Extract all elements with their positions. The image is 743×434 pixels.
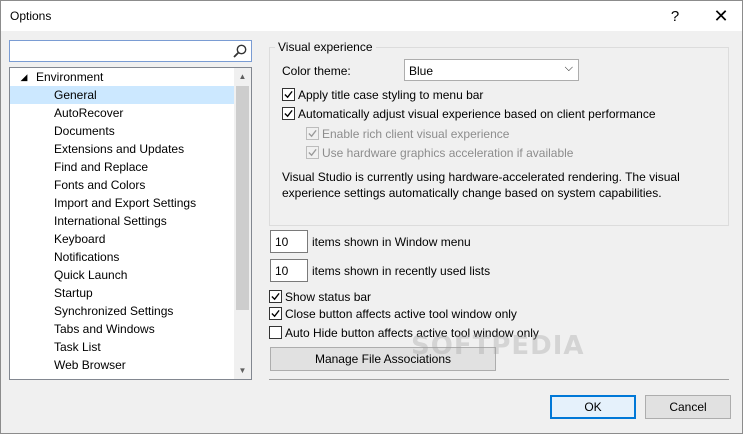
checkmark-icon <box>308 148 317 157</box>
tree-item-label: General <box>54 88 97 102</box>
options-tree: ◢ Environment General AutoRecover Document… <box>9 67 252 380</box>
help-button[interactable]: ? <box>652 1 698 31</box>
tree-item[interactable]: International Settings <box>10 212 234 230</box>
recent-lists-count-input[interactable]: 10 <box>270 259 308 282</box>
help-icon: ? <box>670 7 680 25</box>
tree-item[interactable]: Documents <box>10 122 234 140</box>
tree-item-label: Keyboard <box>54 232 106 246</box>
color-theme-select[interactable]: Blue ⌵ <box>404 59 579 81</box>
hw-accel-label: Use hardware graphics acceleration if av… <box>322 146 574 160</box>
show-status-bar-checkbox[interactable] <box>269 290 282 303</box>
tree-item[interactable]: Task List <box>10 338 234 356</box>
tree-node-environment[interactable]: ◢ Environment <box>10 68 234 86</box>
chevron-down-icon[interactable]: ◢ <box>16 72 32 83</box>
tree-item-label: Synchronized Settings <box>54 304 174 318</box>
auto-hide-label: Auto Hide button affects active tool win… <box>285 326 539 340</box>
tree-item[interactable]: Import and Export Settings <box>10 194 234 212</box>
tree-item[interactable]: Fonts and Colors <box>10 176 234 194</box>
search-icon[interactable] <box>232 43 248 59</box>
tree-item-label: Task List <box>54 340 101 354</box>
scroll-up-arrow-icon[interactable]: ▲ <box>234 68 251 85</box>
color-theme-label: Color theme: <box>282 64 351 78</box>
bottom-divider <box>269 379 729 380</box>
apply-title-case-label: Apply title case styling to menu bar <box>298 88 484 102</box>
show-status-bar-label: Show status bar <box>285 290 372 304</box>
checkmark-icon <box>271 292 280 301</box>
scroll-down-arrow-icon[interactable]: ▼ <box>234 362 251 379</box>
group-title: Visual experience <box>275 40 376 54</box>
window-menu-label: items shown in Window menu <box>312 235 471 249</box>
checkmark-icon <box>284 90 293 99</box>
tree-item-label: Startup <box>54 286 93 300</box>
tree-item-label: Notifications <box>54 250 120 264</box>
cancel-button[interactable]: Cancel <box>645 395 731 419</box>
tree-item-label: Find and Replace <box>54 160 149 174</box>
tree-item[interactable]: Quick Launch <box>10 266 234 284</box>
tree-content: ◢ Environment General AutoRecover Document… <box>10 68 234 379</box>
auto-hide-checkbox[interactable] <box>269 326 282 339</box>
chevron-down-icon: ⌵ <box>564 62 573 74</box>
tree-item-label: Fonts and Colors <box>54 178 146 192</box>
close-icon: ✕ <box>713 5 729 26</box>
tree-item-label: AutoRecover <box>54 106 124 120</box>
hw-accel-checkbox[interactable] <box>306 146 319 159</box>
tree-item[interactable]: Keyboard <box>10 230 234 248</box>
recent-lists-label: items shown in recently used lists <box>312 264 491 278</box>
auto-adjust-label: Automatically adjust visual experience b… <box>298 107 656 121</box>
rich-client-checkbox[interactable] <box>306 127 319 140</box>
ok-button[interactable]: OK <box>550 395 636 419</box>
search-input[interactable] <box>12 43 227 59</box>
tree-item[interactable]: Startup <box>10 284 234 302</box>
close-button-label: Close button affects active tool window … <box>285 307 517 321</box>
tree-item[interactable]: Synchronized Settings <box>10 302 234 320</box>
apply-title-case-checkbox[interactable] <box>282 88 295 101</box>
tree-item-label: International Settings <box>54 214 167 228</box>
title-bar: Options ? ✕ <box>1 1 742 31</box>
tree-item-label: Quick Launch <box>54 268 128 282</box>
tree-item[interactable]: AutoRecover <box>10 104 234 122</box>
window-menu-count-input[interactable]: 10 <box>270 230 308 253</box>
close-button[interactable]: ✕ <box>698 1 743 31</box>
scroll-thumb[interactable] <box>236 86 249 310</box>
auto-adjust-checkbox[interactable] <box>282 107 295 120</box>
rendering-info-text: Visual Studio is currently using hardwar… <box>282 169 702 201</box>
tree-item[interactable]: Tabs and Windows <box>10 320 234 338</box>
tree-item[interactable]: General <box>10 86 234 104</box>
info-line-1: Visual Studio is currently using hardwar… <box>282 170 680 184</box>
tree-item-label: Documents <box>54 124 115 138</box>
window-title: Options <box>10 9 52 23</box>
color-theme-value: Blue <box>409 64 434 78</box>
tree-item[interactable]: Notifications <box>10 248 234 266</box>
tree-item[interactable]: Find and Replace <box>10 158 234 176</box>
tree-node-label: Environment <box>36 70 104 84</box>
tree-item-label: Import and Export Settings <box>54 196 197 210</box>
tree-item[interactable]: Web Browser <box>10 356 234 374</box>
checkmark-icon <box>284 109 293 118</box>
rich-client-label: Enable rich client visual experience <box>322 127 510 141</box>
tree-item-label: Extensions and Updates <box>54 142 185 156</box>
checkmark-icon <box>271 309 280 318</box>
options-dialog: Options ? ✕ ◢ Environment General AutoRec… <box>0 0 743 434</box>
tree-item-label: Web Browser <box>54 358 126 372</box>
tree-item[interactable]: Extensions and Updates <box>10 140 234 158</box>
info-line-2: experience settings automatically change… <box>282 186 662 200</box>
manage-file-associations-button[interactable]: Manage File Associations <box>270 347 496 371</box>
options-search-box[interactable] <box>9 40 252 62</box>
checkmark-icon <box>308 129 317 138</box>
close-button-checkbox[interactable] <box>269 307 282 320</box>
tree-item-label: Tabs and Windows <box>54 322 155 336</box>
tree-scrollbar[interactable]: ▲ ▼ <box>234 68 251 379</box>
